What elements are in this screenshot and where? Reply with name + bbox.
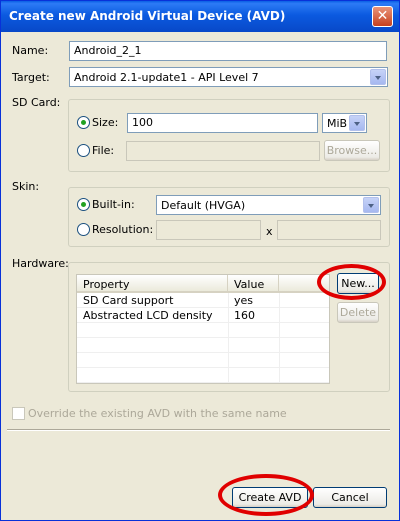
title-bar: Create new Android Virtual Device (AVD) … [1,1,399,32]
resolution-height-field[interactable] [277,220,381,240]
skin-select[interactable]: Default (HVGA) [156,195,381,215]
chevron-down-icon[interactable] [349,115,365,131]
resolution-width-field[interactable] [156,220,261,240]
separator [7,429,390,431]
size-field[interactable]: 100 [127,113,318,133]
file-radio[interactable] [77,144,90,157]
delete-button-label: Delete [339,306,377,319]
size-radio-label: Size: [92,116,119,129]
builtin-radio[interactable] [77,198,90,211]
hardware-label: Hardware: [12,257,69,270]
name-field[interactable]: Android_2_1 [69,41,387,61]
resolution-radio[interactable] [77,223,90,236]
skin-label: Skin: [12,180,40,193]
cancel-button[interactable]: Cancel [313,487,387,508]
column-header-property[interactable]: Property [77,275,228,293]
window-title: Create new Android Virtual Device (AVD) [9,9,286,23]
dialog-window: Create new Android Virtual Device (AVD) … [0,0,400,521]
delete-property-button[interactable]: Delete [337,302,379,323]
builtin-radio-label: Built-in: [92,198,135,211]
dialog-content: Name: Android_2_1 Target: Android 2.1-up… [4,32,396,518]
name-label: Name: [12,44,49,57]
file-radio-label: File: [92,144,115,157]
sdcard-label: SD Card: [12,96,61,109]
unit-value: MiB [327,117,348,130]
chevron-down-icon[interactable] [370,69,386,85]
close-icon: ✕ [376,8,389,24]
sdcard-group [68,99,390,172]
table-row [77,323,329,338]
size-radio[interactable] [77,116,90,129]
hardware-table[interactable]: Property Value SD Card support yes Abstr… [76,274,330,384]
row-property: Abstracted LCD density [83,309,213,322]
target-select[interactable]: Android 2.1-update1 - API Level 7 [69,67,388,87]
browse-button[interactable]: Browse... [324,140,380,161]
table-row [77,368,329,383]
skin-value: Default (HVGA) [161,199,246,212]
table-row[interactable]: SD Card support yes [77,293,329,308]
target-label: Target: [12,71,50,84]
highlight-ellipse [317,264,386,300]
highlight-ellipse [218,474,314,516]
override-label: Override the existing AVD with the same … [28,407,287,420]
close-button[interactable]: ✕ [372,6,393,27]
row-value: 160 [234,309,255,322]
table-row [77,353,329,368]
unit-select[interactable]: MiB [322,113,367,133]
table-row[interactable]: Abstracted LCD density 160 [77,308,329,323]
resolution-radio-label: Resolution: [92,223,154,236]
file-field[interactable] [126,141,320,161]
resolution-separator: x [266,225,273,238]
row-property: SD Card support [83,294,174,307]
table-row [77,338,329,353]
column-header-value[interactable]: Value [228,275,279,293]
target-value: Android 2.1-update1 - API Level 7 [74,71,259,84]
override-checkbox[interactable] [12,407,25,420]
browse-button-label: Browse... [326,144,378,157]
chevron-down-icon[interactable] [363,197,379,213]
cancel-button-label: Cancel [331,491,369,504]
row-value: yes [234,294,254,307]
